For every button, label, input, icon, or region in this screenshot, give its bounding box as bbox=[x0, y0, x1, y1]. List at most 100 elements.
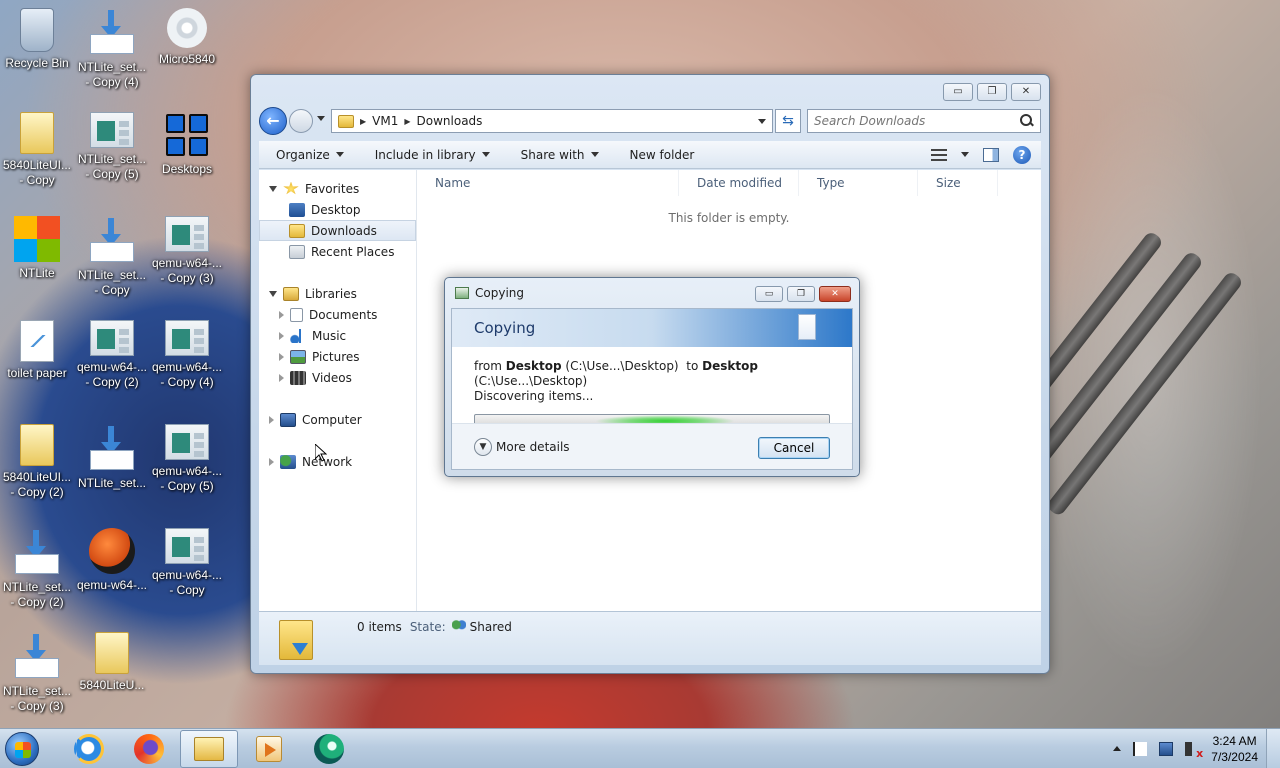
preview-pane-icon[interactable] bbox=[983, 147, 999, 162]
desktop-item[interactable]: 5840LiteUI... - Copy bbox=[0, 112, 74, 188]
clock[interactable]: 3:24 AM 7/3/2024 bbox=[1211, 733, 1258, 765]
taskbar-firefox[interactable] bbox=[120, 730, 178, 768]
show-hidden-icons-icon[interactable] bbox=[1113, 746, 1122, 751]
desktop-item[interactable]: qemu-w64-... - Copy bbox=[150, 528, 224, 598]
breadcrumb-vm1[interactable]: VM1 bbox=[372, 114, 398, 128]
back-button[interactable]: ← bbox=[259, 107, 287, 135]
desktop-item[interactable]: 5840LiteU... bbox=[75, 632, 149, 693]
desktop-item[interactable]: NTLite_set... - Copy (5) bbox=[75, 112, 149, 182]
internet-explorer-icon bbox=[74, 733, 104, 764]
nav-downloads[interactable]: Downloads bbox=[259, 220, 416, 241]
desktop-item[interactable]: qemu-w64-... - Copy (4) bbox=[150, 320, 224, 390]
expand-closed-icon[interactable] bbox=[269, 457, 274, 466]
desktop-item[interactable]: qemu-w64-... - Copy (5) bbox=[150, 424, 224, 494]
recent-pages-dropdown[interactable] bbox=[317, 116, 325, 121]
action-center-flag-icon[interactable] bbox=[1133, 741, 1148, 756]
chevron-down-icon[interactable]: ▼ bbox=[474, 437, 492, 456]
nav-recent-places[interactable]: Recent Places bbox=[259, 241, 416, 262]
desktop-item[interactable]: toilet paper bbox=[0, 320, 74, 381]
desktop-item[interactable]: qemu-w64-... bbox=[75, 528, 149, 593]
nav-desktop[interactable]: Desktop bbox=[259, 199, 416, 220]
folder-icon bbox=[20, 424, 54, 466]
nav-label: Recent Places bbox=[311, 244, 395, 259]
destination-path: (C:\Use...\Desktop) bbox=[474, 374, 588, 388]
navigation-pane[interactable]: Favorites Desktop Downloads Recent Place… bbox=[259, 170, 417, 613]
copy-icon bbox=[455, 287, 469, 299]
help-icon[interactable]: ? bbox=[1013, 145, 1031, 164]
desktop-item[interactable]: 5840LiteUI... - Copy (2) bbox=[0, 424, 74, 500]
minimize-button[interactable]: ▭ bbox=[943, 83, 973, 101]
desktop-item[interactable]: Desktops bbox=[150, 112, 224, 177]
breadcrumb-downloads[interactable]: Downloads bbox=[417, 114, 483, 128]
taskbar-media-player[interactable] bbox=[240, 730, 298, 768]
expand-open-icon[interactable] bbox=[269, 290, 277, 297]
nav-pictures[interactable]: Pictures bbox=[259, 346, 416, 367]
folder-icon bbox=[338, 114, 354, 128]
organize-button[interactable]: Organize bbox=[259, 141, 358, 168]
column-header-date-modified[interactable]: Date modified bbox=[679, 170, 799, 196]
nav-music[interactable]: Music bbox=[259, 325, 416, 346]
desktop-item[interactable]: Micro5840 bbox=[150, 8, 224, 67]
desktop-item[interactable]: NTLite_set... - Copy bbox=[75, 216, 149, 298]
expand-closed-icon[interactable] bbox=[279, 331, 284, 340]
show-desktop-button[interactable] bbox=[1266, 728, 1280, 768]
forward-button[interactable] bbox=[289, 109, 313, 133]
nav-label: Computer bbox=[302, 412, 362, 427]
address-dropdown-icon[interactable] bbox=[758, 118, 766, 124]
address-bar[interactable]: ▶ VM1 ▶ Downloads bbox=[331, 109, 773, 133]
cancel-button[interactable]: Cancel bbox=[758, 437, 830, 459]
dialog-minimize-button[interactable]: ▭ bbox=[755, 286, 783, 302]
refresh-button[interactable]: ⇆ bbox=[775, 109, 801, 133]
expand-closed-icon[interactable] bbox=[279, 352, 284, 361]
start-button[interactable] bbox=[0, 729, 44, 768]
column-header-size[interactable]: Size bbox=[918, 170, 998, 196]
column-header-type[interactable]: Type bbox=[799, 170, 918, 196]
desktop-item[interactable]: Recycle Bin bbox=[0, 8, 74, 71]
desktop-item[interactable]: NTLite_set... bbox=[75, 424, 149, 491]
source-name[interactable]: Desktop bbox=[506, 359, 562, 373]
share-with-button[interactable]: Share with bbox=[504, 141, 613, 168]
pictures-icon bbox=[290, 349, 306, 364]
desktop-item[interactable]: NTLite_set... - Copy (3) bbox=[0, 632, 74, 714]
nav-label: Favorites bbox=[305, 181, 360, 196]
desktop-item[interactable]: qemu-w64-... - Copy (2) bbox=[75, 320, 149, 390]
new-folder-button[interactable]: New folder bbox=[613, 141, 709, 168]
desktop-item[interactable]: qemu-w64-... - Copy (3) bbox=[150, 216, 224, 286]
search-icon[interactable] bbox=[1020, 114, 1034, 128]
dialog-maximize-button[interactable]: ❐ bbox=[787, 286, 815, 302]
include-in-library-button[interactable]: Include in library bbox=[358, 141, 504, 168]
include-in-library-label: Include in library bbox=[374, 147, 476, 162]
expand-closed-icon[interactable] bbox=[269, 415, 274, 424]
maximize-button[interactable]: ❐ bbox=[977, 83, 1007, 101]
nav-network[interactable]: Network bbox=[259, 451, 416, 472]
state-label: State: bbox=[409, 620, 446, 634]
destination-name[interactable]: Desktop bbox=[702, 359, 758, 373]
taskbar-internet-explorer[interactable] bbox=[60, 730, 118, 768]
chevron-right-icon[interactable]: ▶ bbox=[360, 117, 366, 126]
expand-closed-icon[interactable] bbox=[279, 310, 284, 319]
copy-progress-dialog[interactable]: Copying ▭ ❐ ✕ Copying from Desktop (C:\U… bbox=[444, 277, 860, 477]
nav-videos[interactable]: Videos bbox=[259, 367, 416, 388]
chevron-down-icon[interactable] bbox=[961, 152, 969, 157]
column-header-name[interactable]: Name bbox=[417, 170, 679, 196]
desktop-item[interactable]: NTLite bbox=[0, 216, 74, 281]
search-box[interactable] bbox=[807, 109, 1041, 133]
expand-open-icon[interactable] bbox=[269, 185, 277, 192]
view-options-icon[interactable] bbox=[931, 148, 947, 161]
nav-favorites[interactable]: Favorites bbox=[259, 178, 416, 199]
nav-computer[interactable]: Computer bbox=[259, 409, 416, 430]
expand-closed-icon[interactable] bbox=[279, 373, 284, 382]
close-button[interactable]: ✕ bbox=[1011, 83, 1041, 101]
volume-muted-icon[interactable] bbox=[1185, 741, 1203, 760]
network-status-icon[interactable] bbox=[1159, 741, 1174, 756]
search-input[interactable] bbox=[814, 114, 1020, 128]
more-details-toggle[interactable]: More details bbox=[496, 440, 570, 454]
dialog-close-button[interactable]: ✕ bbox=[819, 286, 851, 302]
nav-documents[interactable]: Documents bbox=[259, 304, 416, 325]
nav-libraries[interactable]: Libraries bbox=[259, 283, 416, 304]
desktop-item[interactable]: NTLite_set... - Copy (2) bbox=[0, 528, 74, 610]
taskbar-qemu[interactable] bbox=[300, 730, 358, 768]
desktop-item[interactable]: NTLite_set... - Copy (4) bbox=[75, 8, 149, 90]
taskbar-windows-explorer[interactable] bbox=[180, 729, 238, 768]
chevron-right-icon[interactable]: ▶ bbox=[404, 117, 410, 126]
